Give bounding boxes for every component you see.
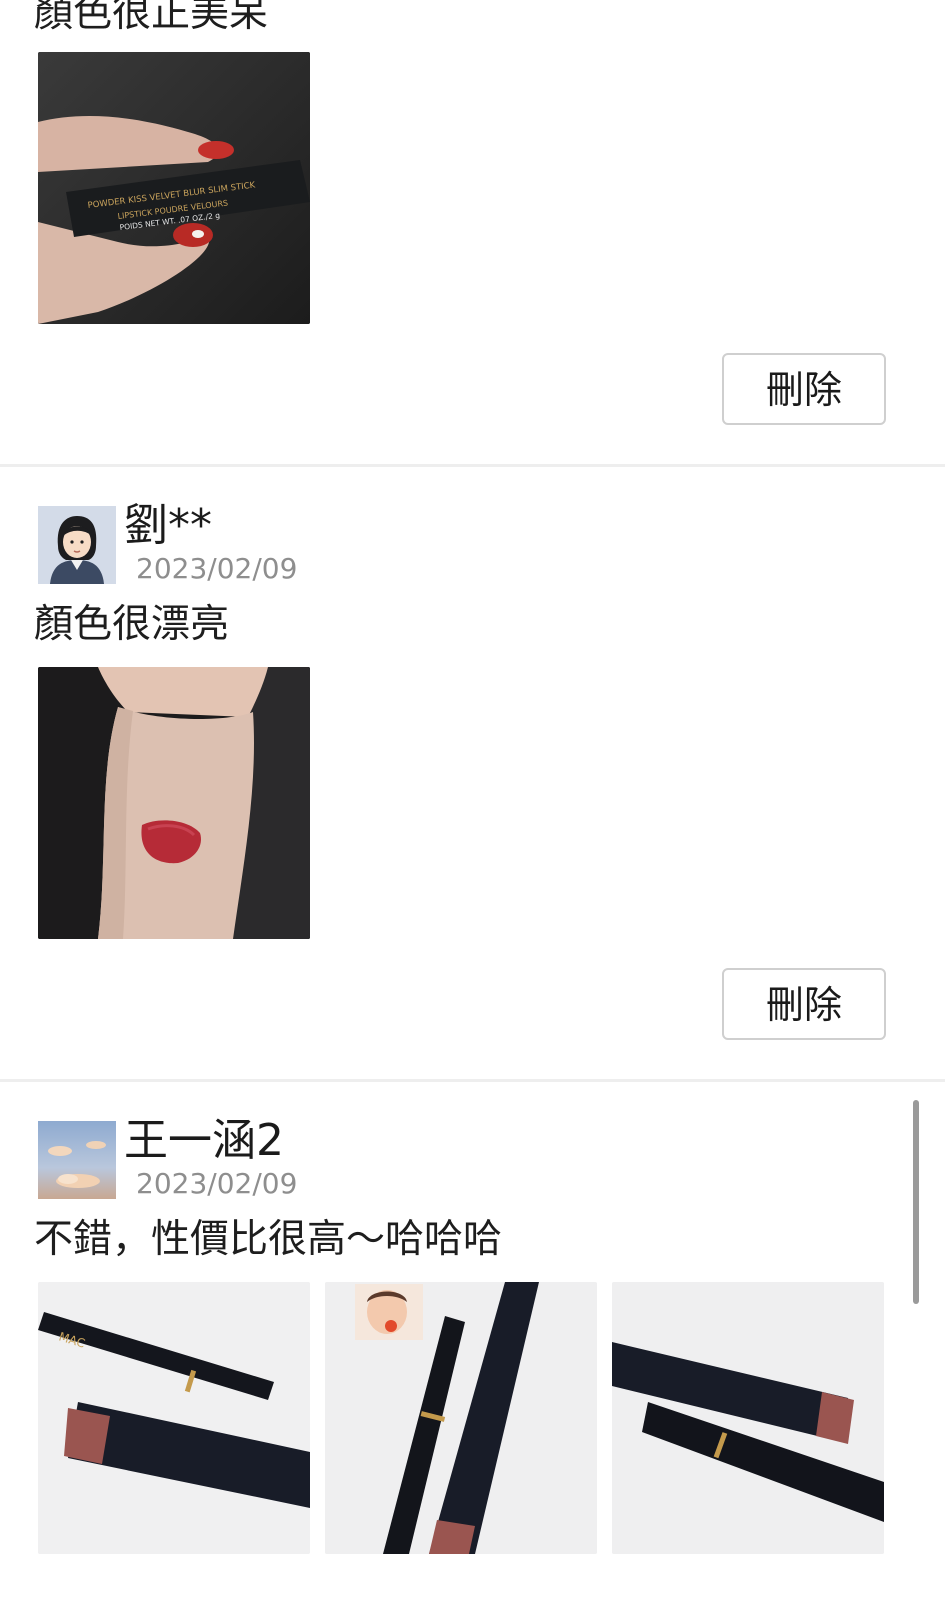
user-avatar[interactable] — [38, 1121, 116, 1199]
review-date: 2023/02/09 — [136, 1167, 298, 1200]
review-photo-box-and-lipstick[interactable] — [612, 1282, 884, 1554]
divider — [0, 1079, 945, 1082]
delete-button[interactable]: 刪除 — [722, 968, 886, 1040]
review-text: 顏色很漂亮 — [34, 602, 230, 647]
avatar-person-icon — [38, 506, 116, 584]
review-date: 2023/02/09 — [136, 552, 298, 585]
review-photo-lipstick-with-sticker[interactable] — [325, 1282, 597, 1554]
review-photo-lipstick-swatch[interactable] — [38, 667, 310, 939]
scrollbar-thumb[interactable] — [913, 1100, 919, 1304]
divider — [0, 464, 945, 467]
username: 王一涵2 — [124, 1115, 284, 1166]
user-avatar[interactable] — [38, 506, 116, 584]
review-text: 不錯，性價比很高～哈哈哈 — [34, 1217, 503, 1262]
avatar-sky-clouds-icon — [38, 1121, 116, 1199]
review-photo-hand-lipstick-box[interactable]: POWDER KISS VELVET BLUR SLIM STICK LIPST… — [38, 52, 310, 324]
review-text: 顏色很正美呆 — [34, 0, 269, 36]
delete-button[interactable]: 刪除 — [722, 353, 886, 425]
review-photo-lipstick-and-box[interactable]: MAC — [38, 1282, 310, 1554]
username: 劉** — [124, 500, 212, 551]
